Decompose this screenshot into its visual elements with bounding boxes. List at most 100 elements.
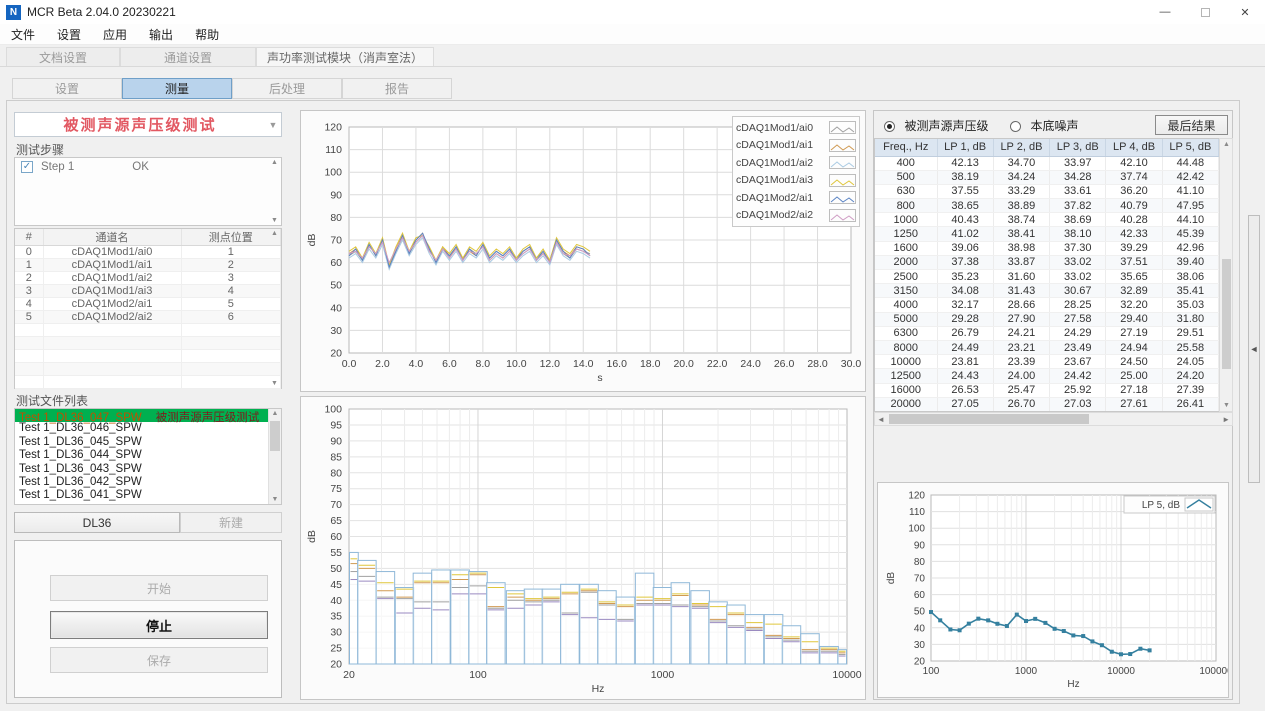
sub-tab-1[interactable]: 设置 — [12, 78, 122, 99]
column-header[interactable]: Freq., Hz — [875, 139, 937, 156]
steps-scrollbar[interactable]: ▲▼ — [269, 159, 280, 224]
cell: 31.43 — [993, 284, 1049, 298]
time-history-chart-panel: 20304050607080901001101200.02.04.06.08.0… — [300, 110, 866, 392]
main-tab-2[interactable]: 通道设置 — [120, 47, 256, 66]
table-row[interactable]: 400032.1728.6628.2532.2035.03 — [875, 298, 1219, 312]
table-row[interactable]: 1000023.8123.3923.6724.5024.05 — [875, 355, 1219, 369]
steps-list[interactable]: ▲▼ ✓Step 1OK — [14, 157, 282, 226]
main-tab-3[interactable]: 声功率测试模块（消声室法） — [256, 47, 434, 66]
list-item[interactable]: Test 1_DL36_041_SPW — [15, 489, 281, 502]
sub-tab-2[interactable]: 测量 — [122, 78, 232, 99]
test-file-list[interactable]: Test 1_DL36_047_SPW被测声源声压级测试Test 1_DL36_… — [14, 408, 282, 505]
table-row[interactable]: 80038.6538.8937.8240.7947.95 — [875, 199, 1219, 213]
save-button[interactable]: 保存 — [50, 647, 268, 673]
table-row[interactable]: 40042.1334.7033.9742.1044.48 — [875, 156, 1219, 170]
file-list-scrollbar[interactable]: ▲ ▼ — [268, 409, 281, 504]
column-header[interactable]: LP 3, dB — [1050, 139, 1106, 156]
panel-collapse-handle[interactable]: ◄ — [1248, 215, 1260, 483]
table-row[interactable]: 1cDAQ1Mod1/ai12 — [15, 259, 281, 272]
table-row[interactable]: 125041.0238.4138.1042.3345.39 — [875, 227, 1219, 241]
table-row[interactable]: 630026.7924.2124.2927.1929.51 — [875, 326, 1219, 340]
table-row[interactable]: 1600026.5325.4725.9227.1827.39 — [875, 383, 1219, 397]
radio-noise[interactable]: 本底噪声 — [1010, 117, 1078, 135]
column-header[interactable]: LP 5, dB — [1162, 139, 1218, 156]
table-row[interactable]: 2cDAQ1Mod1/ai23 — [15, 272, 281, 285]
menu-item-文件[interactable]: 文件 — [0, 26, 46, 43]
title-bar: N MCR Beta 2.04.0 20230221 — ✕ — [0, 0, 1265, 24]
svg-text:22.0: 22.0 — [707, 358, 728, 370]
table-row[interactable]: 0cDAQ1Mod1/ai01 — [15, 246, 281, 259]
table-row[interactable]: 250035.2331.6033.0235.6538.06 — [875, 270, 1219, 284]
table-row[interactable]: 800024.4923.2123.4924.9425.58 — [875, 340, 1219, 354]
legend-line-icon — [829, 209, 856, 222]
lp5-chart-svg: 2030405060708090100110120100100010000100… — [878, 483, 1228, 697]
table-row[interactable]: 4cDAQ1Mod2/ai15 — [15, 298, 281, 311]
step-row[interactable]: ✓Step 1OK — [15, 158, 281, 175]
sub-tab-3[interactable]: 后处理 — [232, 78, 342, 99]
scroll-down-icon[interactable]: ▼ — [1223, 402, 1230, 409]
level-table-hscrollbar[interactable]: ◄ ► — [874, 412, 1233, 426]
table-row[interactable]: 200037.3833.8733.0237.5139.40 — [875, 255, 1219, 269]
table-row[interactable]: 2000027.0526.7027.0327.6126.41 — [875, 397, 1219, 411]
start-button[interactable]: 开始 — [50, 575, 268, 601]
column-header[interactable]: LP 4, dB — [1106, 139, 1162, 156]
scroll-up-icon[interactable]: ▲ — [271, 230, 278, 237]
scroll-down-icon[interactable]: ▼ — [271, 217, 278, 224]
table-row[interactable]: 3cDAQ1Mod1/ai34 — [15, 285, 281, 298]
dl36-button[interactable]: DL36 — [14, 512, 180, 533]
close-button[interactable]: ✕ — [1225, 0, 1265, 24]
table-row[interactable]: 1250024.4324.0024.4225.0024.20 — [875, 369, 1219, 383]
scroll-right-icon[interactable]: ► — [1222, 415, 1230, 424]
cell: 37.82 — [1050, 199, 1106, 213]
maximize-button[interactable] — [1185, 0, 1225, 24]
table-row[interactable]: 500029.2827.9027.5829.4031.80 — [875, 312, 1219, 326]
list-item[interactable]: Test 1_DL36_045_SPW — [15, 436, 281, 449]
menu-item-帮助[interactable]: 帮助 — [184, 26, 230, 43]
cell: 38.06 — [1162, 270, 1218, 284]
menu-item-应用[interactable]: 应用 — [92, 26, 138, 43]
scrollbar-thumb[interactable] — [270, 421, 280, 451]
list-item[interactable]: Test 1_DL36_042_SPW — [15, 476, 281, 489]
final-result-button[interactable]: 最后结果 — [1155, 115, 1228, 135]
scrollbar-thumb[interactable] — [889, 414, 1089, 424]
table-row[interactable]: 50038.1934.2434.2837.7442.42 — [875, 170, 1219, 184]
table-row[interactable]: 315034.0831.4330.6732.8935.41 — [875, 284, 1219, 298]
channel-table-scrollbar[interactable]: ▲▼ — [269, 230, 280, 387]
cell: 37.55 — [937, 184, 993, 198]
channel-table[interactable]: #通道名测点位置0cDAQ1Mod1/ai011cDAQ1Mod1/ai122c… — [14, 228, 282, 389]
table-row[interactable]: 5cDAQ1Mod2/ai26 — [15, 311, 281, 324]
scroll-left-icon[interactable]: ◄ — [877, 415, 885, 424]
svg-text:30: 30 — [330, 325, 342, 337]
column-header[interactable]: LP 1, dB — [937, 139, 993, 156]
table-row[interactable]: 100040.4338.7438.6940.2844.10 — [875, 213, 1219, 227]
column-header[interactable]: LP 2, dB — [993, 139, 1049, 156]
test-type-combobox[interactable]: 被测声源声压级测试 ▼ — [14, 112, 282, 137]
scroll-up-icon[interactable]: ▲ — [269, 410, 281, 417]
radio-source[interactable]: 被测声源声压级 — [884, 117, 988, 135]
list-item[interactable]: Test 1_DL36_047_SPW被测声源声压级测试 — [15, 409, 281, 422]
scroll-up-icon[interactable]: ▲ — [271, 159, 278, 166]
level-table[interactable]: Freq., HzLP 1, dBLP 2, dBLP 3, dBLP 4, d… — [874, 138, 1219, 412]
new-button[interactable]: 新建 — [180, 512, 282, 533]
table-row[interactable]: 63037.5533.2933.6136.2041.10 — [875, 184, 1219, 198]
svg-text:20: 20 — [330, 659, 342, 671]
cell: 30.67 — [1050, 284, 1106, 298]
list-item[interactable]: Test 1_DL36_044_SPW — [15, 449, 281, 462]
stop-button[interactable]: 停止 — [50, 611, 268, 639]
sub-tab-4[interactable]: 报告 — [342, 78, 452, 99]
cell: 4 — [15, 298, 43, 311]
scroll-down-icon[interactable]: ▼ — [269, 496, 281, 503]
scrollbar-thumb[interactable] — [1222, 259, 1231, 369]
menu-item-设置[interactable]: 设置 — [46, 26, 92, 43]
list-item[interactable]: Test 1_DL36_043_SPW — [15, 463, 281, 476]
table-row[interactable]: 160039.0638.9837.3039.2942.96 — [875, 241, 1219, 255]
main-tab-1[interactable]: 文档设置 — [6, 47, 120, 66]
checkbox-checked-icon[interactable]: ✓ — [21, 161, 33, 173]
minimize-button[interactable]: — — [1145, 0, 1185, 24]
level-table-vscrollbar[interactable]: ▲ ▼ — [1219, 138, 1233, 412]
svg-text:12.0: 12.0 — [540, 358, 561, 370]
list-item[interactable]: Test 1_DL36_046_SPW — [15, 422, 281, 435]
scroll-down-icon[interactable]: ▼ — [271, 380, 278, 387]
menu-item-输出[interactable]: 输出 — [138, 26, 184, 43]
scroll-up-icon[interactable]: ▲ — [1223, 141, 1230, 148]
